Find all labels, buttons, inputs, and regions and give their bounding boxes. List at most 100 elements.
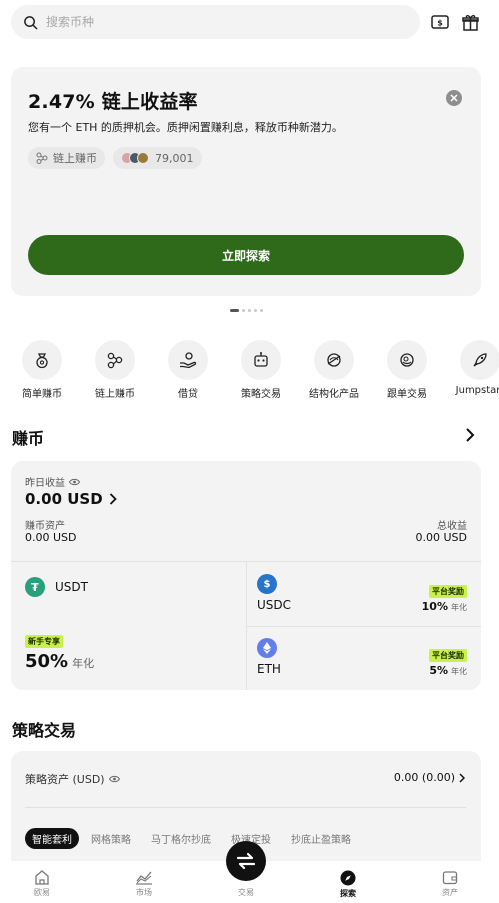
tab-smart-arbitrage[interactable]: 智能套利 [25,828,79,849]
strategy-asset-label-text: 策略资产 (USD) [25,773,105,786]
promo-card: 2.47% 链上收益率 您有一个 ETH 的质押机会。质押闲置赚利息，释放币种新… [11,67,481,296]
coin-name: ETH [257,662,281,676]
nav-explore[interactable]: 探索 [318,870,378,899]
quick-jumpstart[interactable]: Jumpstart [444,340,499,396]
copy-trade-icon [387,340,427,380]
earn-asset-label: 赚币资产 [25,521,65,532]
quick-label: 结构化产品 [309,389,359,400]
earn-product-eth[interactable]: ETH 平台奖励 5% 年化 [247,627,481,690]
carousel-dot [260,309,263,312]
nav-assets[interactable]: 资产 [420,870,480,898]
tab-grid-strategy[interactable]: 网格策略 [91,831,131,846]
coin-name: USDC [257,598,292,612]
quick-actions: 简单赚币 链上赚币 借贷 策略交易 结构化产品 跟单交易 Jumpstart [0,340,499,400]
top-bar: $ [11,5,491,39]
close-icon[interactable] [446,90,462,106]
eye-icon[interactable] [108,775,120,783]
compass-icon [340,870,356,886]
platform-reward-badge: 平台奖励 [429,585,467,598]
promo-description: 您有一个 ETH 的质押机会。质押闲置赚利息，释放币种新潜力。 [28,121,343,134]
nav-market[interactable]: 市场 [114,870,174,898]
apy-number: 10% [421,600,448,613]
strategy-asset-label: 策略资产 (USD) [25,771,120,787]
eye-icon[interactable] [69,478,80,486]
yesterday-earnings-label: 昨日收益 [25,474,80,489]
rocket-icon [460,340,499,380]
hand-coin-icon [168,340,208,380]
quick-label: 跟单交易 [387,389,427,400]
search-input[interactable] [46,15,386,29]
nav-label: 市场 [136,888,152,897]
strategy-asset-value[interactable]: 0.00 (0.00) [394,771,465,784]
gift-icon[interactable] [461,13,479,31]
search-bar[interactable] [11,5,420,39]
chevron-right-icon [459,772,465,783]
apy-value: 10% 年化 [422,600,467,613]
participants-count: 79,001 [155,151,194,165]
dollar-scan-icon[interactable]: $ [431,13,449,31]
carousel-indicator [230,309,263,312]
earn-asset-value: 0.00 USD [25,531,77,544]
quick-label: Jumpstart [455,385,499,396]
swap-icon [236,852,256,870]
svg-text:$: $ [437,19,443,28]
quick-label: 借贷 [178,389,198,400]
nodes-icon [95,340,135,380]
trade-button[interactable] [226,841,266,881]
quick-simple-earn[interactable]: 简单赚币 [6,340,78,400]
participants-chip: 79,001 [113,147,202,169]
earn-summary[interactable]: 昨日收益 0.00 USD 赚币资产 0.00 USD 总收益 0.00 USD [11,461,481,561]
platform-reward-badge: 平台奖励 [429,649,467,662]
apy-unit: 年化 [72,657,95,670]
promo-title: 2.47% 链上收益率 [28,91,198,113]
newbie-badge: 新手专享 [25,635,63,648]
nav-label: 资产 [442,888,458,897]
usdt-icon: ₮ [25,577,45,597]
avatar [137,152,149,164]
yesterday-value-text: 0.00 USD [25,490,103,508]
search-icon [24,15,38,29]
money-bag-icon [22,340,62,380]
apy-unit: 年化 [451,603,467,612]
earn-product-usdc[interactable]: $ USDC 平台奖励 10% 年化 [247,562,481,626]
tab-bottom-take-profit[interactable]: 抄底止盈策略 [291,831,351,846]
nav-label: 欧易 [34,888,50,897]
avatar-group [121,152,149,164]
apy-value: 5% 年化 [429,664,467,677]
earn-card: 昨日收益 0.00 USD 赚币资产 0.00 USD 总收益 0.00 USD… [11,461,481,690]
apy-number: 50% [25,651,69,672]
total-earnings-value: 0.00 USD [415,531,468,544]
apy-value: 50% 年化 [25,651,94,672]
tab-martingale[interactable]: 马丁格尔抄底 [151,831,211,846]
explore-now-button[interactable]: 立即探索 [28,235,464,275]
chevron-right-icon [109,493,117,505]
quick-label: 简单赚币 [22,389,62,400]
carousel-dot [230,309,239,312]
yesterday-earnings-value: 0.00 USD [25,490,117,508]
total-earnings-label: 总收益 [437,521,467,532]
coin-name: USDT [55,580,88,594]
strategy-asset-value-text: 0.00 (0.00) [393,771,455,784]
strategy-tabs: 智能套利 网格策略 马丁格尔抄底 极速定投 抄底止盈策略 [25,828,371,849]
quick-strategy-trading[interactable]: 策略交易 [225,340,297,400]
quick-loan[interactable]: 借贷 [152,340,224,400]
trade-label: 交易 [238,888,254,897]
earn-product-usdt[interactable]: ₮ USDT 新手专享 50% 年化 [11,562,246,690]
nav-home[interactable]: 欧易 [12,870,72,898]
quick-onchain-earn[interactable]: 链上赚币 [79,340,151,400]
yesterday-label-text: 昨日收益 [25,478,65,489]
strategy-section-title: 策略交易 [12,721,77,740]
quick-copy-trading[interactable]: 跟单交易 [371,340,443,400]
quick-label: 链上赚币 [95,389,135,400]
promo-tag: 链上赚币 [28,147,105,169]
chevron-right-icon[interactable] [465,428,475,442]
robot-icon [241,340,281,380]
carousel-dot [254,309,257,312]
divider [25,807,466,808]
promo-tag-label: 链上赚币 [53,152,97,165]
earn-section-title: 赚币 [12,429,45,448]
quick-structured-products[interactable]: 结构化产品 [298,340,370,400]
nodes-icon [36,152,48,164]
quick-label: 策略交易 [241,389,281,400]
nav-label: 探索 [340,889,356,898]
